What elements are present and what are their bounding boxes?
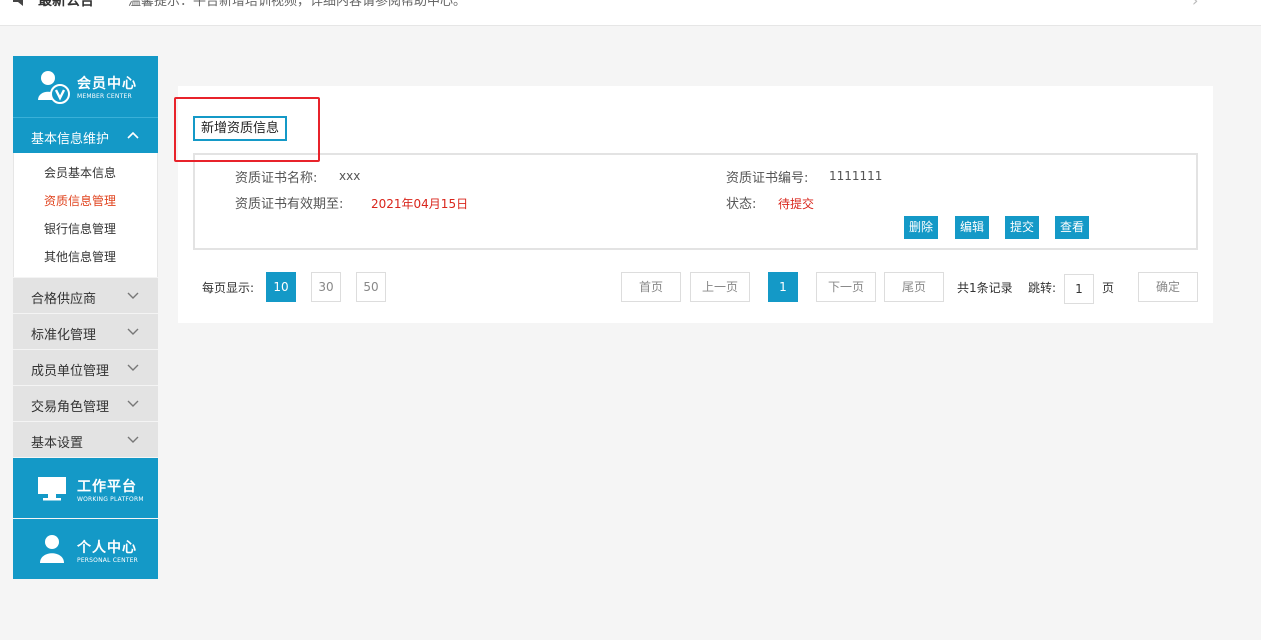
cert-expiry-label: 资质证书有效期至:: [235, 197, 344, 212]
submit-button[interactable]: 提交: [1005, 216, 1040, 239]
cert-expiry-value: 2021年04月15日: [371, 197, 469, 211]
sidebar-group-label: 交易角色管理: [31, 400, 110, 415]
sidebar-item-other-info[interactable]: 其他信息管理: [14, 243, 157, 271]
member-center-header[interactable]: 会员中心 MEMBER CENTER: [13, 56, 158, 117]
sidebar-group-standardization[interactable]: 标准化管理: [13, 313, 158, 349]
working-platform-subtitle: WORKING PLATFORM: [77, 496, 144, 503]
next-page-button[interactable]: 下一页: [816, 272, 876, 302]
sidebar-group-member-units[interactable]: 成员单位管理: [13, 349, 158, 385]
jump-label: 跳转:: [1028, 281, 1057, 295]
personal-center-block[interactable]: 个人中心 PERSONAL CENTER: [13, 518, 158, 579]
personal-center-title: 个人中心: [77, 540, 137, 556]
current-page[interactable]: 1: [768, 272, 798, 302]
sidebar-group-label: 标准化管理: [31, 328, 97, 343]
status-value: 待提交: [778, 197, 815, 211]
sidebar-group-label: 成员单位管理: [31, 364, 110, 379]
user-icon: [40, 535, 64, 563]
edit-button[interactable]: 编辑: [955, 216, 990, 239]
qualification-record-card: 资质证书名称: xxx 资质证书编号: 1111111 资质证书有效期至: 20…: [193, 153, 1198, 250]
sidebar-group-label: 基本设置: [31, 436, 84, 451]
prev-page-button[interactable]: 上一页: [690, 272, 750, 302]
chevron-right-icon[interactable]: ›: [1192, 0, 1198, 10]
delete-button[interactable]: 删除: [904, 216, 939, 239]
working-platform-block[interactable]: 工作平台 WORKING PLATFORM: [13, 457, 158, 518]
member-icon: [38, 71, 70, 104]
cert-number-label: 资质证书编号:: [726, 171, 809, 186]
chevron-down-icon: [127, 292, 139, 299]
per-page-label: 每页显示:: [202, 281, 255, 295]
member-center-title: 会员中心: [77, 76, 137, 92]
sidebar-item-bank-info[interactable]: 银行信息管理: [14, 215, 157, 243]
qualification-panel: 新增资质信息 资质证书名称: xxx 资质证书编号: 1111111 资质证书有…: [178, 86, 1213, 323]
sidebar-item-qualification[interactable]: 资质信息管理: [14, 187, 157, 215]
per-page-30[interactable]: 30: [311, 272, 341, 302]
sidebar-group-basic-settings[interactable]: 基本设置: [13, 421, 158, 457]
sidebar-group-label: 基本信息维护: [31, 132, 110, 147]
chevron-down-icon: [127, 328, 139, 335]
sidebar-group-trade-roles[interactable]: 交易角色管理: [13, 385, 158, 421]
notice-message[interactable]: 温馨提示：平台新增培训视频，详细内容请参阅帮助中心。: [128, 0, 466, 9]
monitor-icon: [38, 477, 66, 501]
page-unit: 页: [1102, 281, 1115, 295]
sidebar-group-basic-info[interactable]: 基本信息维护: [13, 117, 158, 153]
view-button[interactable]: 查看: [1055, 216, 1090, 239]
notice-bar: 最新公告 温馨提示：平台新增培训视频，详细内容请参阅帮助中心。 ›: [0, 0, 1261, 26]
chevron-down-icon: [127, 364, 139, 371]
total-records: 共1条记录: [957, 281, 1013, 295]
personal-center-subtitle: PERSONAL CENTER: [77, 557, 139, 564]
sidebar-group-qualified-supplier[interactable]: 合格供应商: [13, 277, 158, 313]
notice-title: 最新公告: [38, 0, 94, 9]
confirm-jump-button[interactable]: 确定: [1138, 272, 1198, 302]
status-label: 状态:: [726, 197, 757, 212]
sidebar: 会员中心 MEMBER CENTER 基本信息维护 会员基本信息 资质信息管理 …: [13, 56, 158, 579]
sidebar-submenu: 会员基本信息 资质信息管理 银行信息管理 其他信息管理: [13, 153, 158, 277]
add-qualification-button[interactable]: 新增资质信息: [193, 116, 288, 141]
chevron-down-icon: [127, 436, 139, 443]
working-platform-title: 工作平台: [77, 479, 137, 495]
per-page-10[interactable]: 10: [266, 272, 296, 302]
chevron-down-icon: [127, 400, 139, 407]
cert-name-value: xxx: [339, 169, 361, 183]
chevron-up-icon: [127, 131, 139, 139]
speaker-icon: [13, 0, 23, 6]
jump-page-input[interactable]: 1: [1064, 274, 1094, 304]
cert-number-value: 1111111: [829, 169, 883, 183]
sidebar-item-member-info[interactable]: 会员基本信息: [14, 159, 157, 187]
last-page-button[interactable]: 尾页: [884, 272, 944, 302]
cert-name-label: 资质证书名称:: [235, 171, 318, 186]
per-page-50[interactable]: 50: [356, 272, 386, 302]
first-page-button[interactable]: 首页: [621, 272, 681, 302]
member-center-subtitle: MEMBER CENTER: [77, 93, 132, 100]
sidebar-group-label: 合格供应商: [31, 292, 97, 307]
